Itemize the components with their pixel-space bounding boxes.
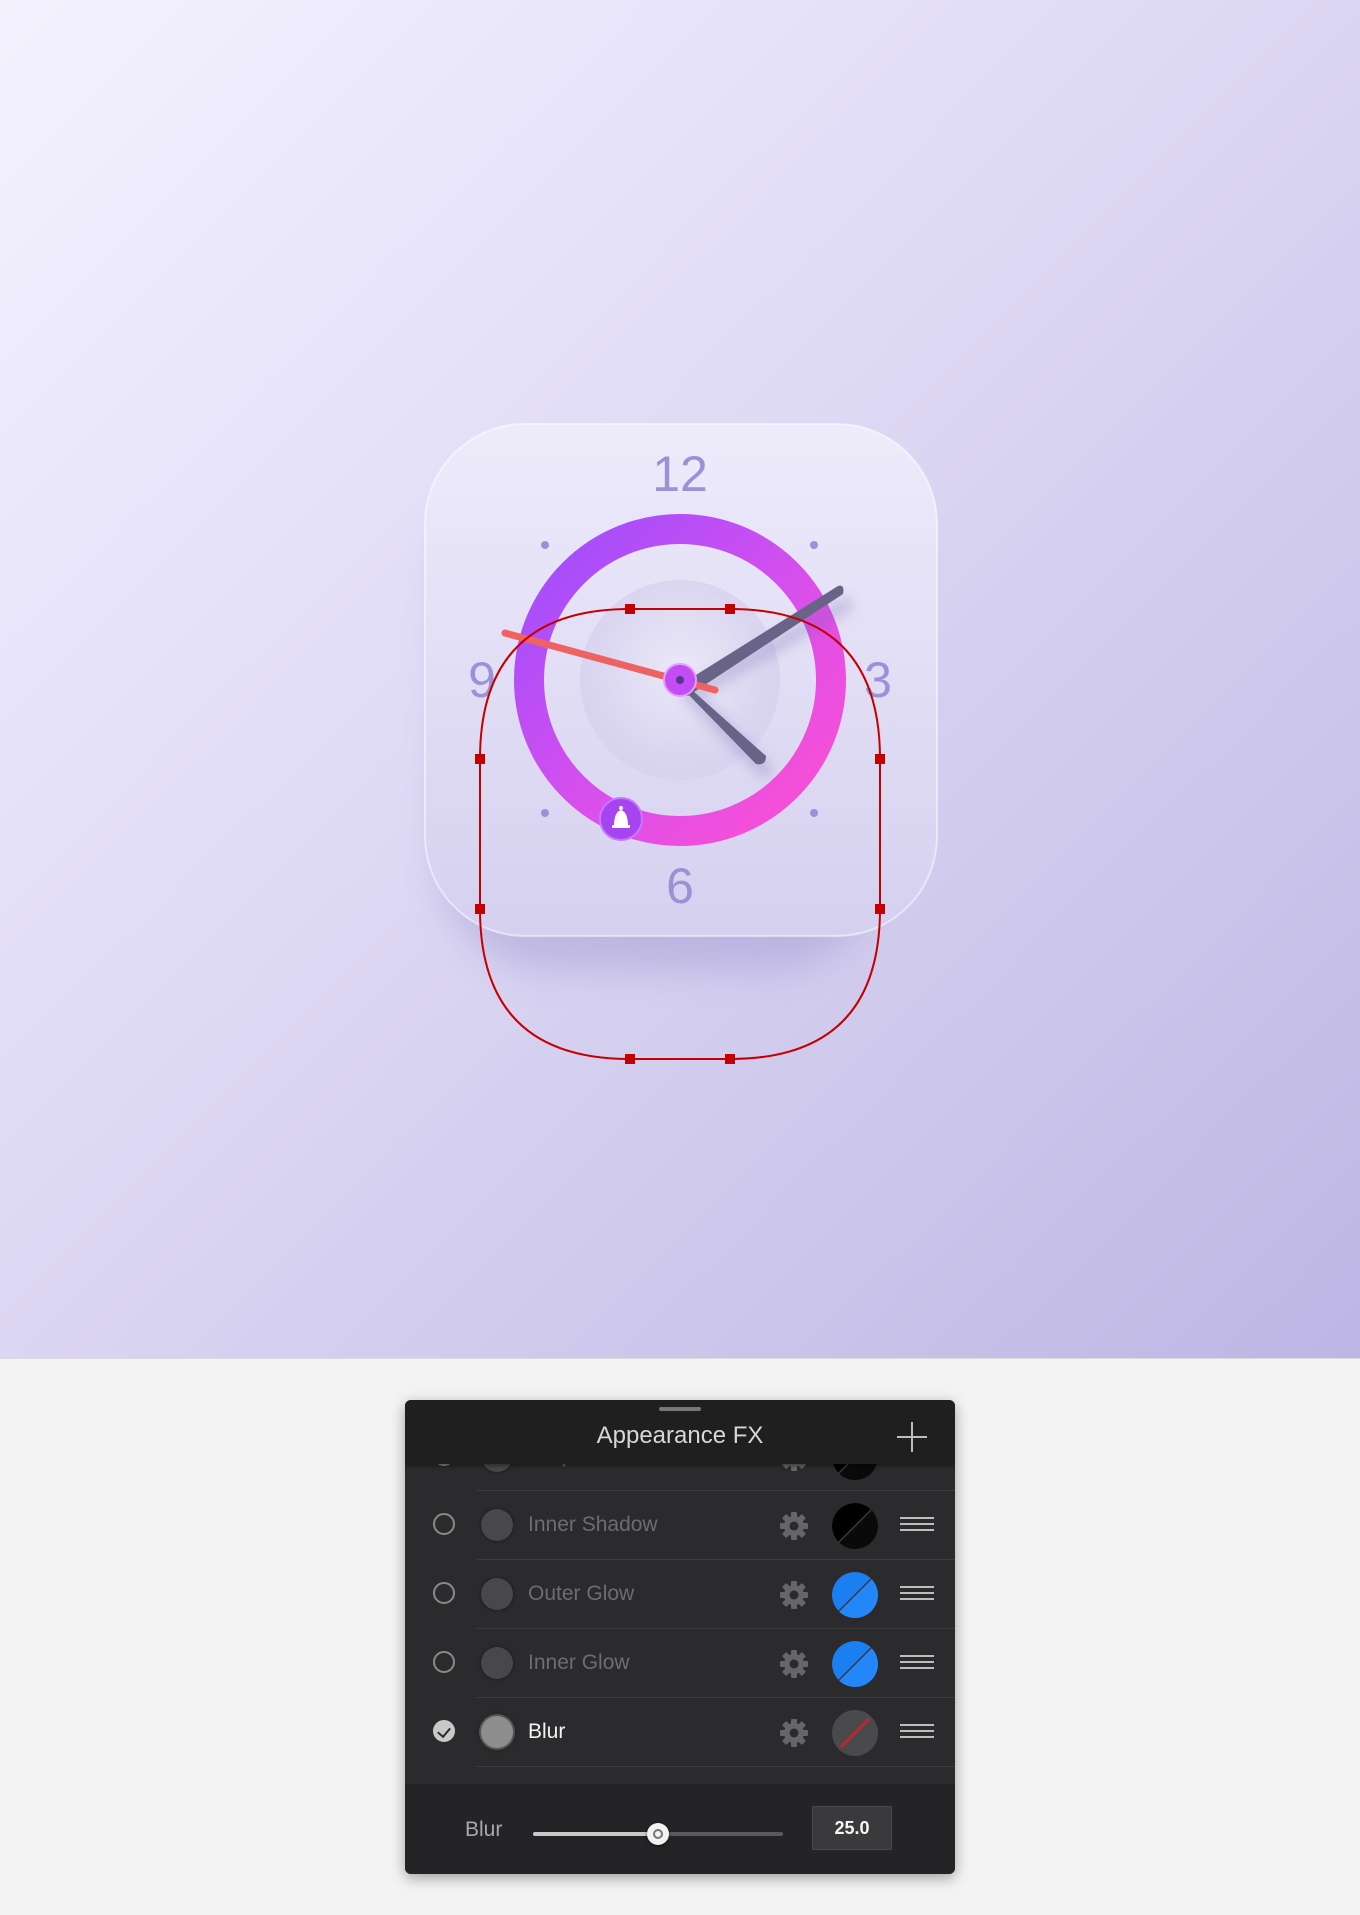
- numeral-12: 12: [652, 446, 708, 502]
- effect-row[interactable]: Outer Glow: [405, 1560, 955, 1629]
- effect-enable-checkbox[interactable]: [433, 1513, 455, 1535]
- appearance-fx-panel: Appearance FX Drop ShadowInner ShadowOut…: [405, 1400, 955, 1874]
- effects-list: Drop ShadowInner ShadowOuter GlowInner G…: [405, 1446, 955, 1784]
- effect-row[interactable]: Blur: [405, 1698, 955, 1767]
- panel-title: Appearance FX: [596, 1422, 764, 1449]
- effect-preview-icon: [481, 1716, 513, 1748]
- effect-preview-icon: [481, 1578, 513, 1610]
- panel-grab-handle[interactable]: [659, 1407, 701, 1411]
- blur-slider[interactable]: [533, 1823, 783, 1845]
- gear-icon[interactable]: [777, 1509, 811, 1543]
- effect-preview-icon: [481, 1647, 513, 1679]
- design-canvas[interactable]: 12 3 6 9: [0, 0, 1360, 1359]
- effect-label: Outer Glow: [528, 1582, 635, 1605]
- drag-handle-icon[interactable]: [900, 1655, 934, 1671]
- effect-row[interactable]: Inner Glow: [405, 1629, 955, 1698]
- hour-dot: [810, 541, 818, 549]
- blur-label: Blur: [465, 1818, 503, 1841]
- drag-handle-icon[interactable]: [900, 1586, 934, 1602]
- effect-preview-icon: [481, 1509, 513, 1541]
- selection-handle[interactable]: [475, 904, 485, 914]
- selection-handle[interactable]: [625, 604, 635, 614]
- effect-color-swatch[interactable]: [832, 1503, 878, 1549]
- hour-dot: [541, 809, 549, 817]
- effect-row[interactable]: Inner Shadow: [405, 1491, 955, 1560]
- numeral-6: 6: [666, 858, 694, 914]
- effect-enable-checkbox[interactable]: [433, 1720, 455, 1742]
- effect-color-swatch[interactable]: [832, 1710, 878, 1756]
- selection-handle[interactable]: [725, 604, 735, 614]
- effect-label: Inner Glow: [528, 1651, 630, 1674]
- effect-enable-checkbox[interactable]: [433, 1582, 455, 1604]
- clock-icon-artwork: 12 3 6 9: [424, 423, 938, 1064]
- selection-handle[interactable]: [875, 754, 885, 764]
- hour-dot: [541, 541, 549, 549]
- gear-icon[interactable]: [777, 1578, 811, 1612]
- blur-value-field[interactable]: 25.0: [812, 1806, 892, 1850]
- gear-icon[interactable]: [777, 1716, 811, 1750]
- blur-slider-fill: [533, 1832, 658, 1836]
- plus-icon[interactable]: [895, 1420, 929, 1454]
- effect-label: Blur: [528, 1720, 566, 1743]
- selection-handle[interactable]: [625, 1054, 635, 1064]
- blur-slider-thumb[interactable]: [647, 1823, 669, 1845]
- drag-handle-icon[interactable]: [900, 1517, 934, 1533]
- numeral-3: 3: [864, 652, 892, 708]
- selection-handle[interactable]: [475, 754, 485, 764]
- effect-enable-checkbox[interactable]: [433, 1651, 455, 1673]
- drag-handle-icon[interactable]: [900, 1724, 934, 1740]
- effect-color-swatch[interactable]: [832, 1572, 878, 1618]
- numeral-9: 9: [468, 652, 496, 708]
- selection-handle[interactable]: [875, 904, 885, 914]
- hour-dot: [810, 809, 818, 817]
- selection-handle[interactable]: [725, 1054, 735, 1064]
- row-divider: [477, 1766, 955, 1767]
- panel-header: Appearance FX: [405, 1400, 955, 1464]
- blur-settings: Blur 25.0: [405, 1784, 955, 1874]
- effect-label: Inner Shadow: [528, 1513, 658, 1536]
- effect-color-swatch[interactable]: [832, 1641, 878, 1687]
- gear-icon[interactable]: [777, 1647, 811, 1681]
